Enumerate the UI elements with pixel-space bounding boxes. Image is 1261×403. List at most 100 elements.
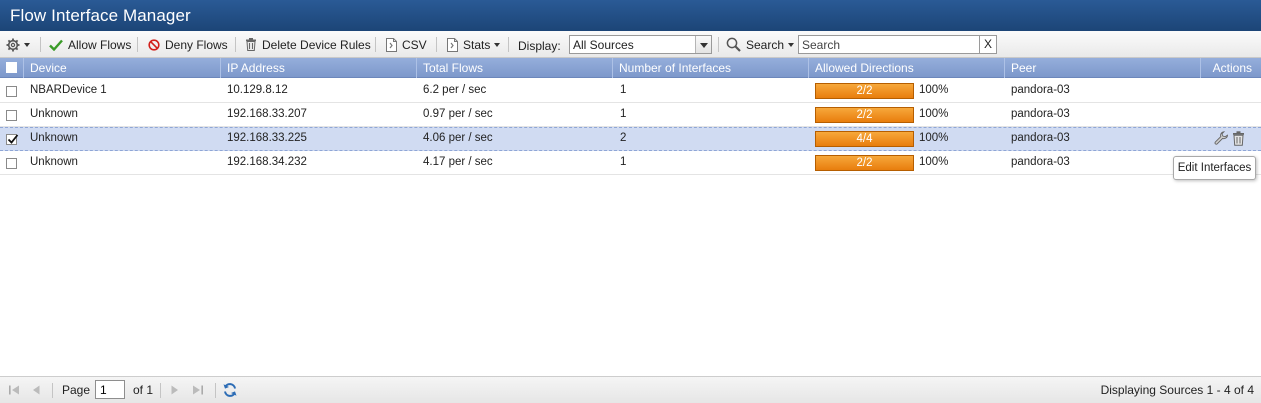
toolbar-divider xyxy=(235,37,236,52)
checkmark-icon xyxy=(49,39,63,51)
page-number-input[interactable] xyxy=(95,380,125,399)
column-header-device[interactable]: Device xyxy=(24,58,221,78)
page-count-label: of 1 xyxy=(133,382,154,397)
allowed-directions-bar: 2/2 xyxy=(815,155,914,171)
edit-interfaces-tooltip: Edit Interfaces xyxy=(1173,156,1256,180)
trash-icon xyxy=(246,38,256,51)
toolbar-divider xyxy=(436,37,437,52)
chevron-down-icon xyxy=(700,43,708,48)
column-header-allowed-directions[interactable]: Allowed Directions xyxy=(809,58,1005,78)
first-page-icon xyxy=(9,385,19,394)
chevron-down-icon xyxy=(788,43,795,47)
toolbar-divider xyxy=(718,37,719,52)
ip-address-cell: 10.129.8.12 xyxy=(227,84,288,96)
display-select-value: All Sources xyxy=(573,38,634,52)
first-page-button[interactable] xyxy=(8,376,20,403)
column-header-total-flows[interactable]: Total Flows xyxy=(417,58,613,78)
refresh-button[interactable] xyxy=(222,376,238,403)
last-page-icon xyxy=(193,385,203,394)
pager-status: Displaying Sources 1 - 4 of 4 xyxy=(1100,382,1254,397)
row-checkbox[interactable] xyxy=(6,110,17,121)
select-all-checkbox[interactable] xyxy=(6,62,17,73)
display-label: Display: xyxy=(518,38,561,53)
csv-export-button[interactable]: CSV xyxy=(386,31,427,58)
delete-device-rules-label: Delete Device Rules xyxy=(262,37,371,52)
display-select[interactable]: All Sources xyxy=(569,35,712,54)
row-checkbox[interactable] xyxy=(6,86,17,97)
column-header-interfaces[interactable]: Number of Interfaces xyxy=(613,58,809,78)
magnifier-icon xyxy=(726,37,741,52)
trash-icon[interactable] xyxy=(1232,131,1245,146)
page-label: Page xyxy=(62,382,91,397)
pager-bar xyxy=(0,376,1261,403)
allowed-percent-cell: 100% xyxy=(919,132,949,144)
ip-address-cell: 192.168.34.232 xyxy=(227,156,307,168)
search-box: X xyxy=(798,35,997,54)
previous-page-icon xyxy=(33,385,40,394)
peer-cell: pandora-03 xyxy=(1011,108,1070,120)
ip-address-cell: 192.168.33.207 xyxy=(227,108,307,120)
interfaces-cell: 2 xyxy=(620,132,627,144)
allowed-percent-cell: 100% xyxy=(919,108,949,120)
last-page-button[interactable] xyxy=(192,376,204,403)
search-menu-button[interactable]: Search xyxy=(726,31,795,58)
total-flows-cell: 4.06 per / sec xyxy=(423,132,493,144)
allow-flows-label: Allow Flows xyxy=(68,37,132,52)
column-header-peer[interactable]: Peer xyxy=(1005,58,1201,78)
previous-page-button[interactable] xyxy=(31,376,41,403)
document-icon xyxy=(447,37,458,52)
stats-menu-button[interactable]: Stats xyxy=(447,31,501,58)
table-header: Device IP Address Total Flows Number of … xyxy=(0,58,1261,78)
clear-search-button[interactable]: X xyxy=(979,36,996,53)
gear-icon xyxy=(6,38,20,51)
interfaces-cell: 1 xyxy=(620,156,627,168)
interfaces-cell: 1 xyxy=(620,108,627,120)
title-bar: Flow Interface Manager xyxy=(0,0,1261,31)
delete-device-rules-button[interactable]: Delete Device Rules xyxy=(245,31,371,58)
total-flows-cell: 4.17 per / sec xyxy=(423,156,493,168)
refresh-icon xyxy=(223,382,237,397)
select-all-cell xyxy=(0,58,24,78)
search-menu-label: Search xyxy=(746,37,785,52)
allow-flows-button[interactable]: Allow Flows xyxy=(49,31,131,58)
next-page-button[interactable] xyxy=(170,376,180,403)
device-cell: NBARDevice 1 xyxy=(30,84,107,96)
total-flows-cell: 0.97 per / sec xyxy=(423,108,493,120)
checkmark-icon xyxy=(7,134,19,144)
toolbar-divider xyxy=(508,37,509,52)
peer-cell: pandora-03 xyxy=(1011,132,1070,144)
row-checkbox[interactable] xyxy=(6,158,17,169)
table-row[interactable]: Unknown 192.168.33.207 0.97 per / sec 1 … xyxy=(0,103,1261,127)
device-cell: Unknown xyxy=(30,156,78,168)
pager-divider xyxy=(215,383,216,398)
device-cell: Unknown xyxy=(30,108,78,120)
chevron-down-icon xyxy=(494,43,501,47)
chevron-down-icon xyxy=(24,43,30,47)
search-input[interactable] xyxy=(799,36,979,53)
allowed-directions-bar: 2/2 xyxy=(815,83,914,99)
row-checkbox[interactable] xyxy=(6,134,19,145)
toolbar-divider xyxy=(40,37,41,52)
table-row-selected[interactable]: Unknown 192.168.33.225 4.06 per / sec 2 … xyxy=(0,127,1261,151)
wrench-icon[interactable] xyxy=(1214,131,1229,146)
next-page-icon xyxy=(171,385,178,394)
settings-menu-button[interactable] xyxy=(6,31,30,58)
csv-label: CSV xyxy=(402,37,427,52)
peer-cell: pandora-03 xyxy=(1011,84,1070,96)
ip-address-cell: 192.168.33.225 xyxy=(227,132,307,144)
window-title: Flow Interface Manager xyxy=(10,6,191,25)
toolbar-divider xyxy=(375,37,376,52)
allowed-directions-bar: 4/4 xyxy=(815,131,914,147)
table-row[interactable]: NBARDevice 1 10.129.8.12 6.2 per / sec 1… xyxy=(0,79,1261,103)
device-cell: Unknown xyxy=(30,132,78,144)
table-row[interactable]: Unknown 192.168.34.232 4.17 per / sec 1 … xyxy=(0,151,1261,175)
deny-icon xyxy=(148,38,160,51)
peer-cell: pandora-03 xyxy=(1011,156,1070,168)
pager-divider xyxy=(52,383,53,398)
column-header-ip-address[interactable]: IP Address xyxy=(221,58,417,78)
deny-flows-label: Deny Flows xyxy=(165,37,228,52)
display-select-trigger[interactable] xyxy=(695,36,711,53)
allowed-percent-cell: 100% xyxy=(919,156,949,168)
allowed-directions-bar: 2/2 xyxy=(815,107,914,123)
deny-flows-button[interactable]: Deny Flows xyxy=(148,31,228,58)
